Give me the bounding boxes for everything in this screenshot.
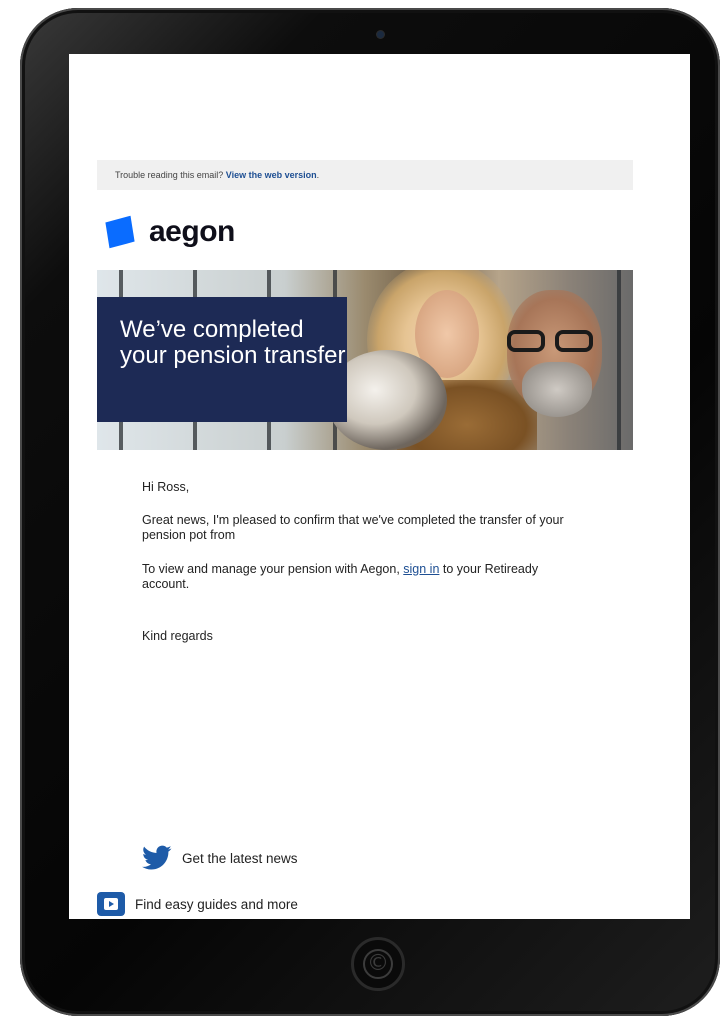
paragraph-transfer-confirmation: Great news, I'm pleased to confirm that … bbox=[142, 513, 564, 542]
twitter-label: Get the latest news bbox=[182, 850, 298, 866]
logo-text: aegon bbox=[149, 215, 235, 248]
aegon-logo[interactable]: aegon bbox=[103, 212, 235, 252]
paragraph-sign-in-prefix: To view and manage your pension with Aeg… bbox=[142, 562, 404, 576]
window-frame-line bbox=[617, 270, 621, 450]
hero-banner: We’ve completed your pension transfer bbox=[97, 270, 633, 450]
tablet-frame: Trouble reading this email? View the web… bbox=[20, 8, 720, 1016]
view-web-version-link[interactable]: View the web version bbox=[226, 170, 317, 180]
youtube-label: Find easy guides and more bbox=[135, 896, 298, 912]
youtube-icon bbox=[97, 892, 125, 916]
paragraph-sign-in: To view and manage your pension with Aeg… bbox=[142, 562, 582, 592]
twitter-icon bbox=[142, 845, 172, 871]
home-button[interactable]: © bbox=[351, 937, 405, 991]
email-screen: Trouble reading this email? View the web… bbox=[69, 54, 690, 919]
aegon-logo-mark-icon bbox=[105, 215, 135, 249]
camera-icon bbox=[377, 31, 384, 38]
sign-in-link[interactable]: sign in bbox=[403, 562, 439, 576]
social-twitter-link[interactable]: Get the latest news bbox=[142, 845, 298, 871]
hero-photo-glasses bbox=[505, 330, 597, 352]
home-button-glyph: © bbox=[363, 949, 393, 979]
hero-title-box: We’ve completed your pension transfer bbox=[97, 297, 347, 422]
preheader-bar: Trouble reading this email? View the web… bbox=[97, 160, 633, 190]
signoff: Kind regards bbox=[142, 629, 213, 643]
social-youtube-link[interactable]: Find easy guides and more bbox=[97, 892, 298, 916]
preheader-text: Trouble reading this email? bbox=[115, 170, 226, 180]
greeting: Hi Ross, bbox=[142, 480, 190, 494]
hero-photo-man-beard bbox=[522, 362, 592, 417]
hero-title: We’ve completed your pension transfer bbox=[120, 316, 346, 369]
preheader-suffix: . bbox=[316, 170, 320, 180]
